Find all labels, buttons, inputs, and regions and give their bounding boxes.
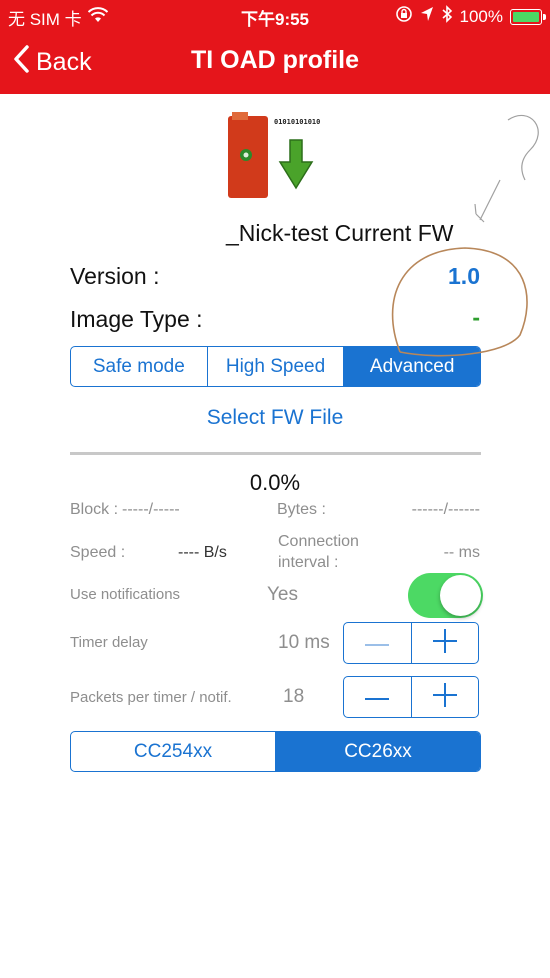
- nav-bar: Back TI OAD profile: [0, 32, 550, 94]
- timer-delay-value: 10 ms: [278, 632, 330, 653]
- chip-segmented-control: CC254xx CC26xx: [70, 731, 481, 772]
- bytes-label: Bytes :: [277, 501, 326, 518]
- connection-label-line1: Connection: [278, 533, 359, 550]
- packets-label: Packets per timer / notif.: [70, 689, 232, 706]
- connection-label-line2: interval :: [278, 554, 339, 571]
- segment-safe-mode[interactable]: Safe mode: [71, 347, 208, 386]
- orientation-lock-icon: [395, 5, 413, 28]
- packets-stepper: [343, 676, 479, 718]
- segment-cc26xx[interactable]: CC26xx: [276, 732, 480, 771]
- nav-title: TI OAD profile: [190, 46, 360, 74]
- progress-track: [70, 452, 481, 455]
- speed-value: ---- B/s: [178, 544, 227, 561]
- notifications-value: Yes: [267, 584, 298, 605]
- notifications-toggle[interactable]: [408, 573, 483, 618]
- timer-delay-decrement-button[interactable]: [344, 623, 412, 663]
- minus-icon: [365, 634, 390, 652]
- timer-delay-label: Timer delay: [70, 634, 148, 651]
- handwritten-annotation: [391, 114, 539, 357]
- plus-icon: [432, 682, 457, 712]
- connection-value: -- ms: [443, 544, 480, 561]
- notifications-label: Use notifications: [70, 586, 181, 603]
- block-label: Block :: [70, 501, 119, 518]
- bluetooth-icon: [441, 5, 453, 28]
- progress-percent: 0.0%: [249, 470, 301, 495]
- minus-icon: [365, 688, 390, 706]
- status-bar: 无 SIM 卡 下午9:55 100%: [0, 0, 550, 32]
- packets-decrement-button[interactable]: [344, 677, 412, 717]
- battery-icon: [510, 8, 546, 25]
- toggle-knob: [440, 575, 481, 616]
- packets-increment-button[interactable]: [412, 677, 479, 717]
- version-label: Version :: [70, 263, 160, 289]
- speed-label: Speed :: [70, 544, 126, 561]
- location-arrow-icon: [420, 6, 434, 27]
- segment-cc254xx[interactable]: CC254xx: [71, 732, 276, 771]
- packets-value: 18: [283, 686, 305, 707]
- timer-delay-stepper: [343, 622, 479, 664]
- plus-icon: [432, 628, 457, 658]
- bytes-value: ------/------: [411, 501, 480, 518]
- oad-graphic: 01010101010: [222, 110, 332, 200]
- select-fw-file-button[interactable]: Select FW File: [0, 406, 550, 430]
- battery-percent: 100%: [459, 6, 503, 26]
- block-value: -----/-----: [122, 501, 180, 518]
- segment-high-speed[interactable]: High Speed: [208, 347, 345, 386]
- timer-delay-increment-button[interactable]: [412, 623, 479, 663]
- status-right: 100%: [395, 5, 546, 28]
- image-type-label: Image Type :: [70, 306, 203, 332]
- binary-text: 01010101010: [274, 118, 321, 126]
